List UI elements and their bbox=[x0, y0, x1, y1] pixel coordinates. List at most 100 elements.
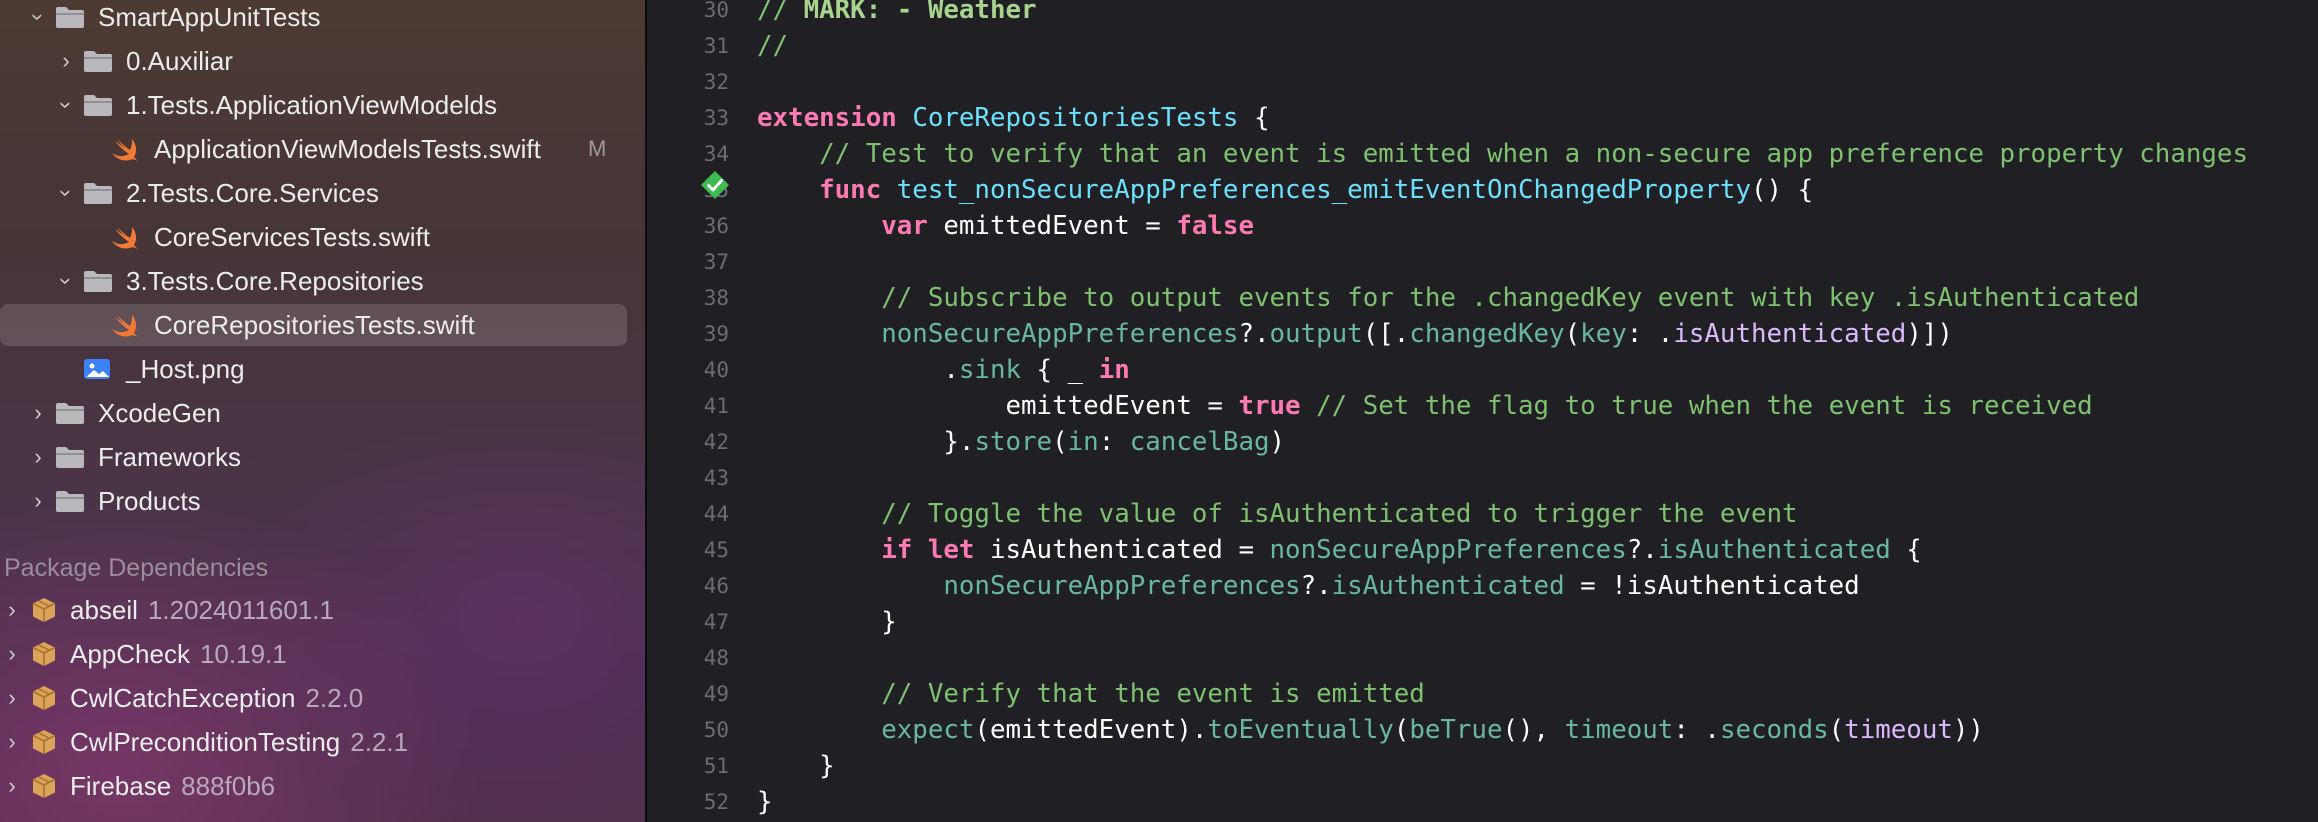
code-token: in bbox=[1067, 427, 1099, 457]
chevron-down-icon[interactable]: › bbox=[46, 271, 86, 291]
chevron-right-icon[interactable]: › bbox=[2, 678, 22, 718]
code-token: isAuthenticated = bbox=[974, 535, 1270, 565]
chevron-right-icon[interactable]: › bbox=[2, 634, 22, 674]
navigator-item[interactable]: › 3.Tests.Core.Repositories bbox=[0, 261, 645, 301]
code-line: 38 // Subscribe to output events for the… bbox=[647, 280, 2318, 316]
navigator-item[interactable]: CoreRepositoriesTests.swift bbox=[0, 305, 645, 345]
chevron-down-icon[interactable]: › bbox=[46, 95, 86, 115]
code-line: 46 nonSecureAppPreferences?.isAuthentica… bbox=[647, 568, 2318, 604]
code-line: 50 expect(emittedEvent).toEventually(beT… bbox=[647, 712, 2318, 748]
navigator-item-label: 0.Auxiliar bbox=[126, 46, 233, 76]
code-text: // Test to verify that an event is emitt… bbox=[757, 136, 2248, 172]
image-icon bbox=[84, 359, 110, 379]
code-text: } bbox=[757, 748, 835, 784]
package-dependencies-header: Package Dependencies bbox=[4, 554, 269, 582]
chevron-right-icon[interactable]: › bbox=[28, 393, 48, 433]
code-token: CoreRepositoriesTests bbox=[912, 103, 1239, 133]
code-token: toEventually bbox=[1207, 715, 1394, 745]
folder-icon bbox=[56, 447, 84, 468]
line-number: 44 bbox=[703, 502, 729, 526]
package-dependency-item[interactable]: › Firebase 888f0b6 bbox=[0, 766, 645, 806]
navigator-item[interactable]: _Host.png bbox=[0, 349, 645, 389]
line-number: 34 bbox=[703, 142, 729, 166]
chevron-down-icon[interactable]: › bbox=[18, 7, 58, 27]
chevron-down-icon[interactable]: › bbox=[46, 183, 86, 203]
code-token: in bbox=[1098, 355, 1130, 385]
code-token: false bbox=[1176, 211, 1254, 241]
package-icon bbox=[32, 686, 56, 710]
navigator-item-label: SmartAppUnitTests bbox=[98, 2, 321, 32]
package-dependency-item[interactable]: › CwlCatchException 2.2.0 bbox=[0, 678, 645, 718]
chevron-right-icon[interactable]: › bbox=[28, 481, 48, 521]
code-token: sink bbox=[958, 355, 1022, 385]
package-version: 1.2024011601.1 bbox=[147, 595, 334, 625]
navigator-item[interactable]: › SmartAppUnitTests bbox=[0, 0, 645, 37]
code-token: ( bbox=[1828, 715, 1845, 745]
code-text: var emittedEvent = false bbox=[757, 208, 1254, 244]
chevron-right-icon[interactable]: › bbox=[2, 590, 22, 630]
code-token: output bbox=[1269, 319, 1363, 349]
code-line: 42 }.store(in: cancelBag) bbox=[647, 424, 2318, 460]
code-token: ) bbox=[1269, 427, 1286, 457]
chevron-right-icon[interactable]: › bbox=[28, 437, 48, 477]
line-number: 37 bbox=[703, 250, 729, 274]
folder-icon bbox=[84, 183, 112, 204]
code-token: changedKey bbox=[1409, 319, 1565, 349]
line-number: 42 bbox=[703, 430, 729, 454]
chevron-right-icon[interactable]: › bbox=[2, 766, 22, 806]
code-text: emittedEvent = true // Set the flag to t… bbox=[757, 388, 2092, 424]
navigator-item[interactable]: › 2.Tests.Core.Services bbox=[0, 173, 645, 213]
code-token: )]) bbox=[1906, 319, 1953, 349]
chevron-right-icon[interactable]: › bbox=[2, 722, 22, 762]
code-token: : . bbox=[1673, 715, 1720, 745]
navigator-item[interactable]: › XcodeGen bbox=[0, 393, 645, 433]
code-text: }.store(in: cancelBag) bbox=[757, 424, 1285, 460]
package-icon bbox=[32, 730, 56, 754]
line-number: 49 bbox=[703, 682, 729, 706]
test-passed-diamond-icon[interactable] bbox=[700, 170, 730, 200]
navigator-item[interactable]: › Frameworks bbox=[0, 437, 645, 477]
code-token: // bbox=[757, 31, 789, 61]
navigator-item[interactable]: › Products bbox=[0, 481, 645, 521]
code-editor[interactable]: 30 // MARK: - Weather 31 // 32 33 extension Co… bbox=[647, 0, 2318, 822]
code-token: true bbox=[1238, 391, 1301, 421]
package-dependency-item[interactable]: › AppCheck 10.19.1 bbox=[0, 634, 645, 674]
line-number: 47 bbox=[703, 610, 729, 634]
navigator-item-label: Products bbox=[98, 486, 201, 516]
package-dependency-item[interactable]: › abseil 1.2024011601.1 bbox=[0, 590, 645, 630]
package-dependency-item[interactable]: › CwlPreconditionTesting 2.2.1 bbox=[0, 722, 645, 762]
package-name-text: abseil bbox=[70, 595, 138, 625]
line-number: 38 bbox=[703, 286, 729, 310]
code-token: extension bbox=[757, 103, 897, 133]
code-token: () { bbox=[1751, 175, 1814, 205]
code-line: 51 } bbox=[647, 748, 2318, 784]
chevron-right-icon[interactable]: › bbox=[56, 41, 76, 81]
code-text: // bbox=[757, 28, 788, 64]
code-token: expect bbox=[881, 715, 975, 745]
navigator-item[interactable]: › 0.Auxiliar bbox=[0, 41, 645, 81]
folder-icon bbox=[56, 403, 84, 424]
navigator-item[interactable]: ApplicationViewModelsTests.swift M bbox=[0, 129, 645, 169]
code-line: 52} bbox=[647, 784, 2318, 820]
code-line: 31 // bbox=[647, 28, 2318, 64]
code-token: isAuthenticated bbox=[1657, 535, 1891, 565]
code-line: 47 } bbox=[647, 604, 2318, 640]
code-text: } bbox=[757, 604, 897, 640]
code-token: { bbox=[1238, 103, 1270, 133]
code-token: timeout bbox=[1844, 715, 1953, 745]
code-token: { bbox=[1890, 535, 1922, 565]
code-token: // Verify that the event is emitted bbox=[881, 679, 1425, 709]
code-token: let bbox=[927, 535, 975, 565]
code-line: 40 .sink { _ in bbox=[647, 352, 2318, 388]
navigator-item[interactable]: CoreServicesTests.swift bbox=[0, 217, 645, 257]
navigator-item[interactable]: › 1.Tests.ApplicationViewModelds bbox=[0, 85, 645, 125]
code-line: 44 // Toggle the value of isAuthenticate… bbox=[647, 496, 2318, 532]
